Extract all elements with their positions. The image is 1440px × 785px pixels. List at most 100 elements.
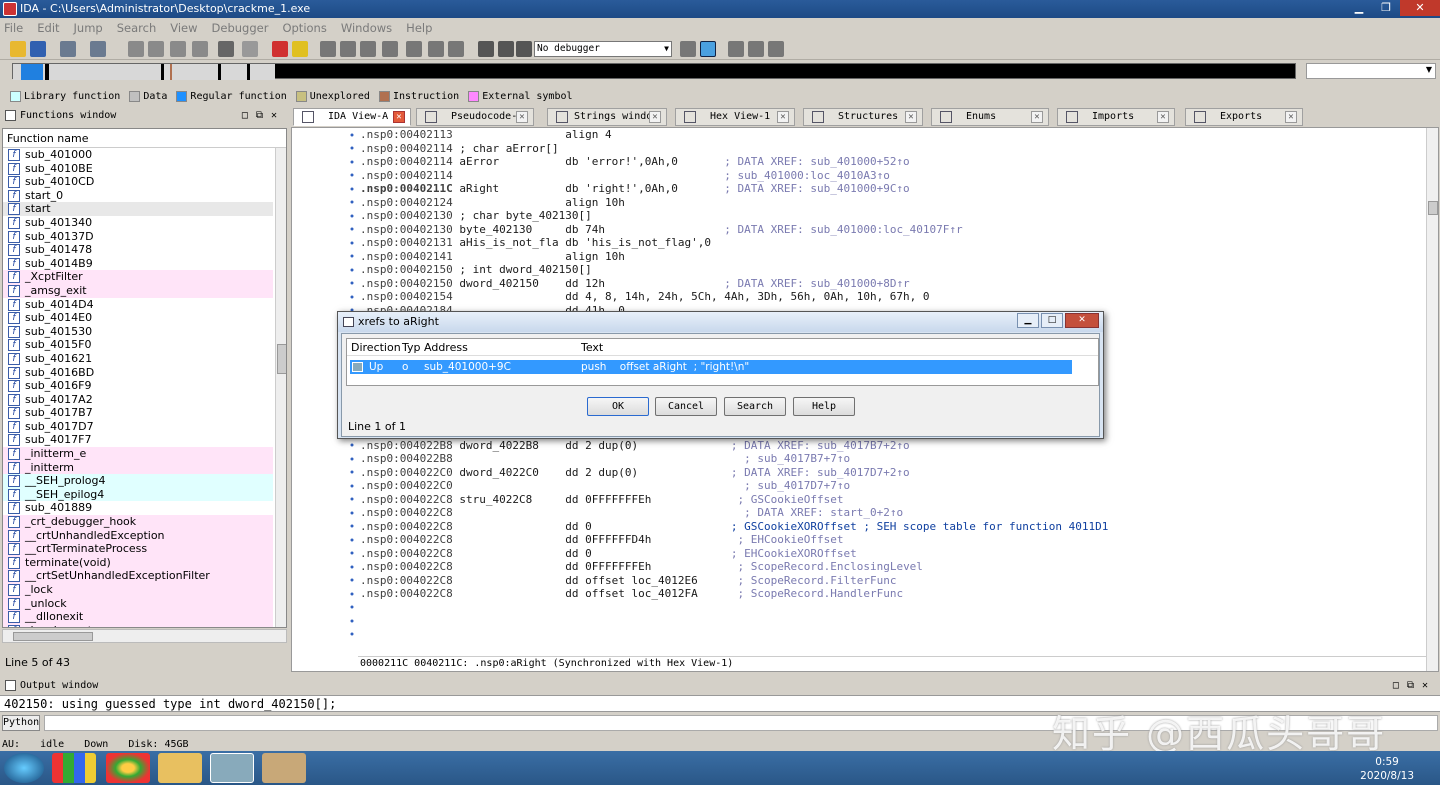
function-list-item[interactable]: f sub_401530 [3, 325, 273, 339]
xrefs-table[interactable]: Direction Typ Address Text Up o sub_4010… [346, 338, 1099, 386]
maximize-button[interactable]: ❐ [1373, 0, 1399, 16]
disasm-line[interactable]: .nsp0:004022C8 stru_4022C8 dd 0FFFFFFFEh… [360, 493, 1420, 507]
function-list-item[interactable]: f terminate(void) [3, 555, 273, 570]
disasm-line[interactable]: .nsp0:004022C8 dd 0FFFFFFFEh ; ScopeReco… [360, 560, 1420, 574]
panel-buttons[interactable]: □⧉✕ [242, 107, 285, 124]
function-list-item[interactable]: f sub_401889 [3, 501, 273, 515]
copy-icon[interactable] [128, 41, 144, 57]
column-text[interactable]: Text [581, 339, 603, 356]
function-list-item[interactable]: f sub_4010CD [3, 175, 273, 189]
debug-options-icon[interactable] [680, 41, 696, 57]
function-list-item[interactable]: f sub_40137D [3, 230, 273, 244]
close-icon[interactable]: ✕ [777, 111, 789, 123]
struct-icon[interactable] [360, 41, 376, 57]
function-list-item[interactable]: f sub_4016F9 [3, 379, 273, 393]
forward-icon[interactable] [90, 41, 106, 57]
binary-icon[interactable] [170, 41, 186, 57]
disasm-line[interactable]: .nsp0:004022B8 dword_4022B8 dd 2 dup(0) … [360, 439, 1420, 453]
function-list-item[interactable]: f sub_4010BE [3, 162, 273, 176]
panel-buttons[interactable]: □⧉✕ [1393, 677, 1436, 694]
function-list-item[interactable]: f sub_4016BD [3, 366, 273, 380]
menu-view[interactable]: View [170, 21, 197, 35]
down-arrow-icon[interactable] [218, 41, 234, 57]
close-icon[interactable]: ✕ [1157, 111, 1169, 123]
menu-file[interactable]: File [4, 21, 23, 35]
close-icon[interactable]: ✕ [1031, 111, 1043, 123]
flash-icon[interactable] [292, 41, 308, 57]
trace-icon[interactable] [768, 41, 784, 57]
delete-icon[interactable] [448, 41, 464, 57]
disasm-line[interactable]: .nsp0:00402130 ; char byte_402130[] [360, 209, 1420, 223]
text-search-icon[interactable] [242, 41, 258, 57]
function-list-item[interactable]: f _initterm_e [3, 447, 273, 461]
graph-icon[interactable] [728, 41, 744, 57]
column-type[interactable]: Typ [402, 339, 421, 356]
close-icon[interactable]: ✕ [393, 111, 405, 123]
tab-exports[interactable]: Exports ✕ [1185, 108, 1303, 126]
function-list-item[interactable]: f sub_4014D4 [3, 298, 273, 312]
save-icon[interactable] [30, 41, 46, 57]
function-list-item[interactable]: f _unlock [3, 596, 273, 611]
back-icon[interactable] [60, 41, 76, 57]
ok-button[interactable]: OK [587, 397, 649, 416]
function-icon[interactable] [382, 41, 398, 57]
horizontal-scrollbar[interactable] [2, 629, 287, 643]
function-list-item[interactable]: f _invoke_watson [3, 623, 273, 627]
minimize-button[interactable]: ▁ [1017, 313, 1039, 328]
search-button[interactable]: Search [724, 397, 786, 416]
menu-search[interactable]: Search [117, 21, 157, 35]
function-list-item[interactable]: f _initterm [3, 460, 273, 475]
maximize-button[interactable]: □ [1041, 313, 1063, 328]
a-icon[interactable] [272, 41, 288, 57]
disasm-line[interactable]: .nsp0:004022C8 dd 0 ; EHCookieXOROffset [360, 547, 1420, 561]
close-icon[interactable]: ✕ [1285, 111, 1297, 123]
menu-debugger[interactable]: Debugger [212, 21, 269, 35]
folder-icon[interactable] [158, 753, 202, 783]
function-list-item[interactable]: f _amsg_exit [3, 283, 273, 298]
function-list-item[interactable]: f __dllonexit [3, 610, 273, 624]
disasm-line[interactable]: .nsp0:004022C0 dword_4022C0 dd 2 dup(0) … [360, 466, 1420, 480]
disasm-line[interactable]: .nsp0:00402114 aError db 'error!',0Ah,0 … [360, 155, 1420, 169]
disasm-line[interactable]: .nsp0:00402113 align 4 [360, 128, 1420, 142]
chrome-icon[interactable] [106, 753, 150, 783]
function-list-item[interactable]: f sub_401478 [3, 243, 273, 257]
function-list-item[interactable]: f __SEH_epilog4 [3, 487, 273, 502]
open-icon[interactable] [10, 41, 26, 57]
tab-enums[interactable]: Enums ✕ [931, 108, 1049, 126]
data-icon[interactable] [340, 41, 356, 57]
function-list-item[interactable]: f sub_401621 [3, 352, 273, 366]
function-list-item[interactable]: f __SEH_prolog4 [3, 474, 273, 488]
tab-strings-window[interactable]: Strings window ✕ [547, 108, 667, 126]
disasm-line[interactable]: .nsp0:00402114 ; sub_401000:loc_4010A3↑o [360, 169, 1420, 183]
vertical-scrollbar[interactable] [275, 148, 286, 627]
help-button[interactable]: Help [793, 397, 855, 416]
function-list-item[interactable]: f sub_4017D7 [3, 420, 273, 434]
close-button[interactable]: ✕ [1400, 0, 1440, 16]
disasm-line[interactable]: .nsp0:004022C0 ; sub_4017D7+7↑o [360, 479, 1420, 493]
menu-jump[interactable]: Jump [74, 21, 103, 35]
function-list-item[interactable]: f __crtUnhandledException [3, 528, 273, 543]
debugger-select[interactable]: No debugger ▼ [534, 41, 672, 57]
disasm-line[interactable]: .nsp0:00402131 aHis_is_not_fla db 'his_i… [360, 236, 1420, 250]
function-list-item[interactable]: f start [3, 202, 273, 216]
menu-windows[interactable]: Windows [341, 21, 392, 35]
python-button[interactable]: Python [2, 715, 40, 731]
function-list-item[interactable]: f _crt_debugger_hook [3, 515, 273, 529]
tab-structures[interactable]: Structures ✕ [803, 108, 923, 126]
undefine-icon[interactable] [406, 41, 422, 57]
function-list-item[interactable]: f _lock [3, 583, 273, 597]
start-button[interactable] [4, 753, 44, 783]
menu-options[interactable]: Options [282, 21, 326, 35]
function-list-item[interactable]: f sub_4014E0 [3, 311, 273, 325]
disasm-line[interactable]: .nsp0:00402141 align 10h [360, 250, 1420, 264]
stop-icon[interactable] [516, 41, 532, 57]
disasm-line[interactable]: .nsp0:00402150 dword_402150 dd 12h ; DAT… [360, 277, 1420, 291]
close-icon[interactable]: ✕ [649, 111, 661, 123]
disasm-line[interactable]: .nsp0:004022C8 ; DATA XREF: start_0+2↑o [360, 506, 1420, 520]
function-list-item[interactable]: f sub_4017A2 [3, 393, 273, 407]
vertical-scrollbar[interactable] [1426, 128, 1438, 671]
function-list-item[interactable]: f sub_4017B7 [3, 406, 273, 420]
disasm-line[interactable]: .nsp0:00402154 dd 4, 8, 14h, 24h, 5Ch, 4… [360, 290, 1420, 304]
function-list-item[interactable]: f start_0 [3, 189, 273, 203]
segment-select[interactable]: ▼ [1306, 63, 1436, 79]
